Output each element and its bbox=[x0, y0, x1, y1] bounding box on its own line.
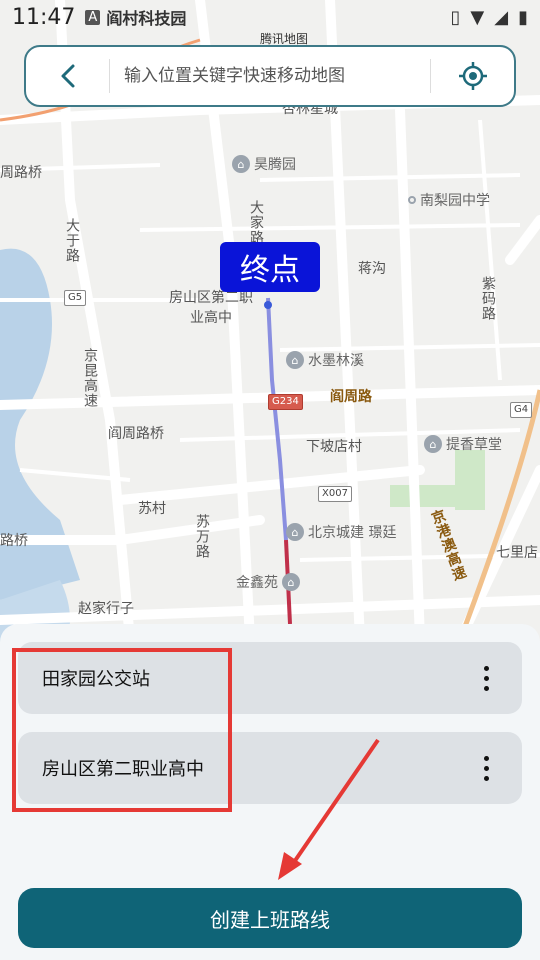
vibrate-icon: ▯ bbox=[450, 6, 461, 28]
poi-label: 南梨园中学 bbox=[420, 193, 490, 209]
map-poi-chengjian[interactable]: ⌂ 北京城建 璟廷 bbox=[286, 522, 396, 542]
notification-icon: A bbox=[85, 9, 101, 25]
poi-label: 金鑫苑 bbox=[236, 575, 278, 591]
map-poi-jinxinyuan[interactable]: 金鑫苑 ⌂ bbox=[236, 572, 300, 592]
map-poi-shuimolinxi[interactable]: ⌂ 水墨林溪 bbox=[286, 350, 364, 370]
search-input[interactable] bbox=[110, 66, 430, 86]
stop-more-button[interactable] bbox=[450, 642, 522, 714]
map-label-dajialu: 大家路 bbox=[248, 200, 264, 245]
poi-home-icon: ⌂ bbox=[232, 155, 250, 173]
map-label-luqiao: 路桥 bbox=[0, 533, 28, 549]
stop-card-origin[interactable]: 田家园公交站 bbox=[18, 642, 522, 714]
poi-label: 昊腾园 bbox=[254, 157, 296, 173]
create-route-button[interactable]: 创建上班路线 bbox=[18, 888, 522, 948]
map-label-jianggou: 蒋沟 bbox=[358, 261, 386, 277]
signal-icon: ◢ bbox=[494, 6, 509, 28]
poi-home-icon: ⌂ bbox=[424, 435, 442, 453]
road-shield-g234: G234 bbox=[268, 394, 303, 410]
stop-name: 房山区第二职业高中 bbox=[42, 759, 204, 780]
map-label-xiapodian: 下坡店村 bbox=[306, 439, 362, 455]
more-vertical-icon bbox=[483, 665, 489, 691]
poi-home-icon: ⌂ bbox=[282, 573, 300, 591]
search-bar bbox=[24, 45, 516, 107]
wifi-icon: ▼ bbox=[470, 6, 485, 28]
road-shield-g5: G5 bbox=[64, 290, 87, 306]
map-label-jingkun: 京昆高速 bbox=[82, 348, 98, 408]
map-label-fangshan-school: 房山区第二职业高中 bbox=[169, 290, 253, 326]
map-label-yanzhouluqiao: 阎周路桥 bbox=[108, 426, 164, 442]
map-label-zimalu: 紫码路 bbox=[480, 276, 496, 321]
battery-icon: ▮ bbox=[518, 6, 528, 28]
map-label-dayulu: 大于路 bbox=[64, 218, 80, 263]
map-label-qilidian: 七里店 bbox=[496, 545, 538, 561]
locate-icon bbox=[458, 62, 487, 90]
poi-label: 提香草堂 bbox=[446, 437, 502, 453]
stop-card-destination[interactable]: 房山区第二职业高中 bbox=[18, 732, 522, 804]
road-shield-g4: G4 bbox=[510, 402, 533, 418]
road-shield-x007: X007 bbox=[318, 486, 352, 502]
back-button[interactable] bbox=[26, 59, 110, 93]
poi-home-icon: ⌂ bbox=[286, 523, 304, 541]
map-label-yanzhoulu: 阎周路 bbox=[330, 389, 372, 405]
map-label-zhaojia: 赵家行子 bbox=[78, 601, 134, 617]
poi-home-icon: ⌂ bbox=[286, 351, 304, 369]
map-poi-nanliyuan[interactable]: 南梨园中学 bbox=[408, 190, 490, 210]
locate-button[interactable] bbox=[430, 59, 514, 93]
map-label-suwanlu: 苏万路 bbox=[194, 514, 210, 559]
map-poi-haoteng[interactable]: ⌂ 昊腾园 bbox=[232, 154, 296, 174]
map-poi-tixiang[interactable]: ⌂ 提香草堂 bbox=[424, 434, 502, 454]
status-bar: 11:47 A 阎村科技园 ▯ ▼ ◢ ▮ bbox=[0, 0, 540, 34]
stop-more-button[interactable] bbox=[450, 732, 522, 804]
more-vertical-icon bbox=[483, 755, 489, 781]
poi-dot-icon bbox=[408, 196, 416, 204]
map-label-sucun: 苏村 bbox=[138, 501, 166, 517]
status-icons: ▯ ▼ ◢ ▮ bbox=[451, 7, 529, 28]
status-app-title: 阎村科技园 bbox=[106, 9, 187, 28]
status-time: 11:47 bbox=[12, 4, 76, 30]
chevron-left-icon bbox=[61, 64, 74, 88]
poi-label: 北京城建 璟廷 bbox=[308, 525, 397, 541]
stop-name: 田家园公交站 bbox=[42, 669, 150, 690]
end-point-label: 终点 bbox=[220, 242, 320, 292]
map-label-zhouluqiao: 周路桥 bbox=[0, 165, 42, 181]
poi-label: 水墨林溪 bbox=[308, 353, 364, 369]
